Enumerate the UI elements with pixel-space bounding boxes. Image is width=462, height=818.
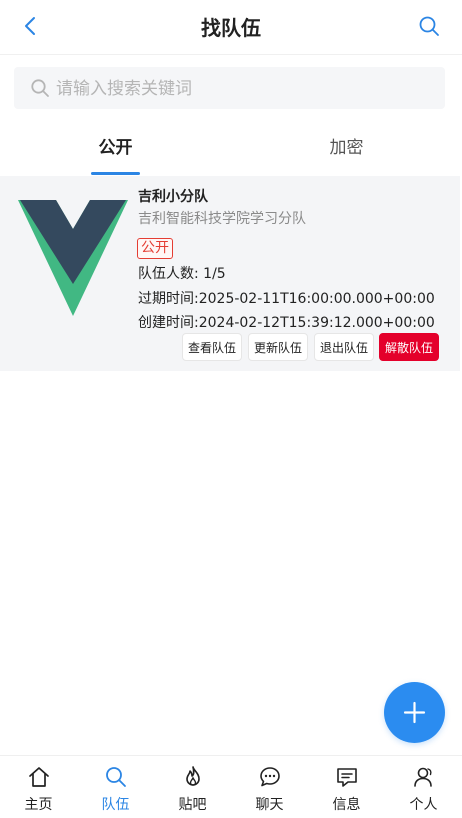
search-icon [106, 767, 126, 787]
update-team-button[interactable]: 更新队伍 [248, 333, 309, 361]
active-tab-indicator [91, 172, 140, 175]
user-icon [414, 767, 432, 787]
home-icon [29, 767, 49, 787]
tabbar-item-home[interactable]: 主页 [0, 756, 77, 818]
team-create-time: 创建时间:2024-02-12T15:39:12.000+00:00 [138, 315, 435, 331]
tabbar-item-profile[interactable]: 个人 [385, 756, 462, 818]
team-member-count: 队伍人数: 1/5 [138, 266, 226, 282]
team-name: 吉利小分队 [138, 189, 208, 205]
tabbar-item-forum[interactable]: 贴吧 [154, 756, 231, 818]
tabbar-item-message[interactable]: 信息 [308, 756, 385, 818]
tabbar-item-team[interactable]: 队伍 [77, 756, 154, 818]
view-team-button[interactable]: 查看队伍 [182, 333, 243, 361]
team-tabs: 公开 加密 [0, 126, 462, 176]
tabbar-label-home: 主页 [24, 797, 53, 813]
tabbar-label-forum: 贴吧 [178, 797, 207, 813]
plus-icon [403, 701, 426, 724]
search-input[interactable] [54, 73, 438, 105]
tab-public[interactable]: 公开 [0, 126, 231, 176]
add-team-button[interactable] [384, 682, 445, 743]
fire-icon [186, 766, 200, 786]
tabbar-label-message: 信息 [332, 797, 361, 813]
page-title: 找队伍 [201, 16, 261, 40]
dissolve-team-button[interactable]: 解散队伍 [379, 333, 440, 361]
search-icon [31, 79, 49, 97]
leave-team-button[interactable]: 退出队伍 [314, 333, 375, 361]
bottom-tabbar: 主页 队伍 贴吧 聊天 信息 个人 [0, 755, 462, 818]
tab-encrypted[interactable]: 加密 [231, 126, 462, 176]
team-logo [18, 200, 128, 316]
team-card[interactable]: 吉利小分队 吉利智能科技学院学习分队 公开 队伍人数: 1/5 过期时间:202… [0, 176, 460, 371]
search-icon[interactable] [418, 15, 440, 37]
nav-bar: 找队伍 [0, 0, 462, 55]
team-description: 吉利智能科技学院学习分队 [138, 211, 306, 227]
tabbar-item-chat[interactable]: 聊天 [231, 756, 308, 818]
status-badge: 公开 [137, 238, 173, 259]
message-icon [337, 768, 357, 787]
search-bar [14, 67, 445, 109]
tabbar-label-profile: 个人 [409, 797, 438, 813]
team-expire-time: 过期时间:2025-02-11T16:00:00.000+00:00 [138, 291, 435, 307]
tabbar-label-chat: 聊天 [255, 797, 284, 813]
chat-icon [260, 767, 280, 787]
tabbar-label-team: 队伍 [101, 797, 130, 813]
